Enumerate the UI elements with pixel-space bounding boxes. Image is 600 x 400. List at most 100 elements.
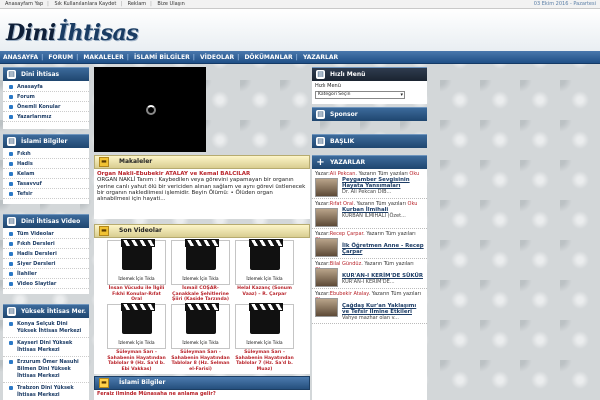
author-article-title[interactable]: Çağdaş Kur'an Yaklaşımı ve Tefsir İlmine… xyxy=(342,303,425,315)
author-entry: Yazar:Ebubekir Atalay. Yazarın Tüm yazıl… xyxy=(312,289,427,324)
author-article-excerpt: KUR'AN-I KERİM'DE... xyxy=(342,279,395,285)
menu-item-konya[interactable]: Konya Selçuk Dini Yüksek İhtisas Merkezi xyxy=(3,319,89,338)
nav-documents[interactable]: DÖKÜMANLAR xyxy=(241,51,295,64)
video-thumbnail[interactable]: İzlemek İçin Tıkla xyxy=(171,303,230,349)
author-name[interactable]: Recep Çarpar xyxy=(330,231,363,237)
box-header: ▤ İslami Bilgiler xyxy=(3,134,89,148)
clapperboard-icon xyxy=(121,303,155,334)
menu-item-ilahiler[interactable]: İlahiler xyxy=(3,269,89,279)
top-link-ads[interactable]: Reklam xyxy=(128,1,147,7)
sponsor-box: ▤ Sponsor xyxy=(312,107,427,121)
menu-item-hadis[interactable]: Hadis xyxy=(3,159,89,169)
author-entry: Yazar:Bilal Gündüz. Yazarın Tüm yazıları… xyxy=(312,259,427,289)
menu-item-all-videos[interactable]: Tüm Videolar xyxy=(3,229,89,239)
video-item[interactable]: İzlemek İçin Tıkla İnsan Vücudu ile İlgi… xyxy=(107,239,166,303)
clapperboard-icon xyxy=(185,239,219,270)
menu-item-siyer-lessons[interactable]: Siyer Dersleri xyxy=(3,259,89,269)
folder-icon: ▤ xyxy=(316,110,325,119)
nav-home[interactable]: ANASAYFA xyxy=(0,51,41,64)
menu-item-hadis-lessons[interactable]: Hadis Dersleri xyxy=(3,249,89,259)
dropdown-arrow-icon: ▾ xyxy=(400,92,403,98)
nav-videos[interactable]: VİDEOLAR xyxy=(197,51,237,64)
clapperboard-icon xyxy=(249,303,283,334)
video-thumbnail[interactable]: İzlemek İçin Tıkla xyxy=(235,303,294,349)
author-article-title[interactable]: İlk Öğretmen Anne - Recep Çarpar xyxy=(342,243,425,255)
category-select[interactable]: Kategori Seçin ▾ xyxy=(315,91,405,99)
author-photo[interactable] xyxy=(315,298,338,317)
video-item[interactable]: İzlemek İçin Tıkla İsmail COŞAR- Çanakka… xyxy=(171,239,230,303)
box-header: ▤ Yüksek İhtisas Mer. xyxy=(3,304,89,318)
menu-item-important[interactable]: Önemli Konular xyxy=(3,102,89,112)
folder-icon: ▤ xyxy=(316,70,325,79)
author-photo[interactable] xyxy=(315,238,338,257)
video-thumbnail[interactable]: İzlemek İçin Tıkla xyxy=(107,239,166,285)
author-entry: Yazar:Ali Pekcan. Yazarın Tüm yazıları O… xyxy=(312,169,427,199)
menu-item-tefsir[interactable]: Tefsir xyxy=(3,189,89,199)
video-title[interactable]: Helal Kazanç (Sonum Vaaz) – R. Çarpar xyxy=(235,286,294,297)
box-header: ▤ BAŞLIK xyxy=(312,134,427,148)
folder-icon: ▬ xyxy=(99,378,109,388)
read-link[interactable]: Oku xyxy=(409,171,419,177)
main-nav: ANASAYFA | FORUM | MAKALELER | İSLAMİ BİLGİ… xyxy=(0,51,600,64)
video-title[interactable]: İnsan Vücudu ile İlgili Fıkhî Konular-Rı… xyxy=(107,286,166,303)
video-grid: İzlemek İçin Tıkla İnsan Vücudu ile İlgi… xyxy=(94,238,310,374)
top-link-home[interactable]: Anasayfam Yap xyxy=(5,1,43,7)
nav-forum[interactable]: FORUM xyxy=(45,51,76,64)
menu-box-video: ▤ Dini İhtisas Video Tüm Videolar Fıkıh D… xyxy=(3,214,89,294)
date-display: 03 Ekim 2016 - Pazartesi xyxy=(533,1,596,7)
video-thumbnail[interactable]: İzlemek İçin Tıkla xyxy=(171,239,230,285)
menu-item-forum[interactable]: Forum xyxy=(3,92,89,102)
menu-item-tasavvuf[interactable]: Tasavvuf xyxy=(3,179,89,189)
menu-box-centers: ▤ Yüksek İhtisas Mer. Konya Selçuk Dini Y… xyxy=(3,304,89,400)
top-link-contact[interactable]: Bize Ulaşın xyxy=(157,1,184,7)
top-links: Anasayfam Yap | Sık Kullanılanlara Kaydet… xyxy=(5,1,185,7)
menu-item-home[interactable]: Anasayfa xyxy=(3,82,89,92)
authors-box: + YAZARLAR Yazar:Ali Pekcan. Yazarın Tüm … xyxy=(312,155,427,400)
author-article-title[interactable]: Peygamber Sevgisinin Hayata Yansımaları xyxy=(342,177,425,189)
author-photo[interactable] xyxy=(315,178,338,197)
video-thumbnail[interactable]: İzlemek İçin Tıkla xyxy=(235,239,294,285)
folder-icon: ▤ xyxy=(7,217,16,226)
top-link-favorites[interactable]: Sık Kullanılanlara Kaydet xyxy=(54,1,116,7)
menu-item-fikih-lessons[interactable]: Fıkıh Dersleri xyxy=(3,239,89,249)
author-photo[interactable] xyxy=(315,268,338,287)
nav-islamic-info[interactable]: İSLAMİ BİLGİLER xyxy=(131,51,193,64)
author-article-excerpt: KURBAN İLMİHALİ (Özet... xyxy=(342,213,406,219)
islamic-info-first-item[interactable]: Feraiz ilminde Münasaha ne anlama gelir? xyxy=(94,390,310,400)
author-name[interactable]: Ebubekir Atalay xyxy=(330,291,369,297)
nav-articles[interactable]: MAKALELER xyxy=(80,51,126,64)
video-item[interactable]: İzlemek İçin Tıkla Süleyman Sarı - Sahab… xyxy=(171,303,230,372)
menu-item-trabzon[interactable]: Trabzon Dini Yüksek İhtisas Merkezi xyxy=(3,383,89,400)
author-entry: Yazar:Rıfat Oral. Yazarın Tüm yazıları O… xyxy=(312,199,427,229)
video-item[interactable]: İzlemek İçin Tıkla Süleyman Sarı - Sahab… xyxy=(107,303,166,372)
menu-item-video-slides[interactable]: Video Slaytlar xyxy=(3,279,89,289)
box-header: ▤ Hızlı Menü xyxy=(312,67,427,81)
author-name[interactable]: Bilal Gündüz xyxy=(330,261,361,267)
menu-item-fikih[interactable]: Fıkıh xyxy=(3,149,89,159)
menu-item-authors[interactable]: Yazarlarımız xyxy=(3,112,89,122)
read-link[interactable]: Oku xyxy=(408,201,418,207)
video-title[interactable]: Süleyman Sarı - Sahabenin Hayatından Tab… xyxy=(171,350,230,372)
site-logo[interactable]: Diniİhtisas xyxy=(6,20,139,46)
menu-item-kelam[interactable]: Kelam xyxy=(3,169,89,179)
menu-box-islami-bilgiler: ▤ İslami Bilgiler Fıkıh Hadis Kelam Tasav… xyxy=(3,134,89,204)
video-thumbnail[interactable]: İzlemek İçin Tıkla xyxy=(107,303,166,349)
video-item[interactable]: İzlemek İçin Tıkla Süleyman Sarı - Sahab… xyxy=(235,303,294,372)
video-player[interactable] xyxy=(94,67,206,152)
nav-authors[interactable]: YAZARLAR xyxy=(300,51,341,64)
video-title[interactable]: Süleyman Sarı - Sahabenin Hayatından Tab… xyxy=(235,350,294,372)
clapperboard-icon xyxy=(249,239,283,270)
folder-icon: ▬ xyxy=(99,226,109,236)
author-photo[interactable] xyxy=(315,208,338,227)
box-header: + YAZARLAR xyxy=(312,155,427,169)
menu-item-erzurum[interactable]: Erzurum Ömer Nasuhi Bilmen Dini Yüksek İ… xyxy=(3,357,89,383)
video-item[interactable]: İzlemek İçin Tıkla Helal Kazanç (Sonum V… xyxy=(235,239,294,297)
author-article-excerpt: Vahye mazhar olan v... xyxy=(342,315,399,321)
articles-section-header: ▬ Makaleler xyxy=(94,155,310,169)
box-header: ▤ Sponsor xyxy=(312,107,427,121)
video-title[interactable]: Süleyman Sarı - Sahabenin Hayatından Tab… xyxy=(107,350,166,372)
quick-menu-box: ▤ Hızlı Menü Hızlı Menü Kategori Seçin ▾ xyxy=(312,67,427,104)
video-title[interactable]: İsmail COŞAR- Çanakkale Şehitlerine Şiir… xyxy=(171,286,230,303)
menu-item-kayseri[interactable]: Kayseri Dini Yüksek İhtisas Merkezi xyxy=(3,338,89,357)
author-article-excerpt: Dr. Ali Pekcan DİB... xyxy=(342,189,392,195)
